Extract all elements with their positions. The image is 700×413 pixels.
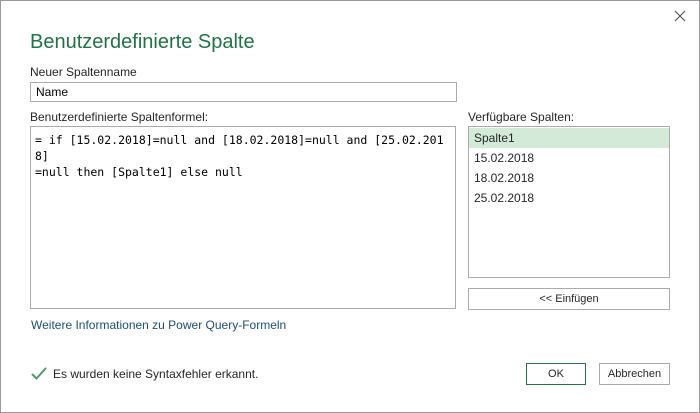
close-button[interactable]	[669, 6, 691, 26]
status-text: Es wurden keine Syntaxfehler erkannt.	[53, 367, 259, 381]
insert-button[interactable]: << Einfügen	[468, 288, 670, 310]
column-item[interactable]: 15.02.2018	[469, 148, 669, 168]
close-icon	[674, 10, 686, 22]
column-item[interactable]: Spalte1	[469, 128, 669, 148]
syntax-status: Es wurden keine Syntaxfehler erkannt.	[31, 367, 258, 381]
available-columns-label: Verfügbare Spalten:	[468, 110, 575, 124]
column-name-input[interactable]	[30, 82, 457, 102]
checkmark-icon	[31, 367, 47, 380]
column-name-label: Neuer Spaltenname	[30, 65, 137, 79]
custom-column-dialog: Benutzerdefinierte Spalte Neuer Spaltenn…	[0, 0, 700, 413]
power-query-formulas-link[interactable]: Weitere Informationen zu Power Query-For…	[31, 318, 286, 332]
ok-button[interactable]: OK	[526, 363, 586, 385]
formula-label: Benutzerdefinierte Spaltenformel:	[30, 110, 209, 124]
dialog-title: Benutzerdefinierte Spalte	[30, 31, 255, 53]
column-item[interactable]: 25.02.2018	[469, 188, 669, 208]
cancel-button[interactable]: Abbrechen	[599, 363, 670, 385]
formula-editor[interactable]: = if [15.02.2018]=null and [18.02.2018]=…	[30, 126, 456, 309]
column-item[interactable]: 18.02.2018	[469, 168, 669, 188]
available-columns-list[interactable]: Spalte1 15.02.2018 18.02.2018 25.02.2018	[468, 126, 670, 278]
